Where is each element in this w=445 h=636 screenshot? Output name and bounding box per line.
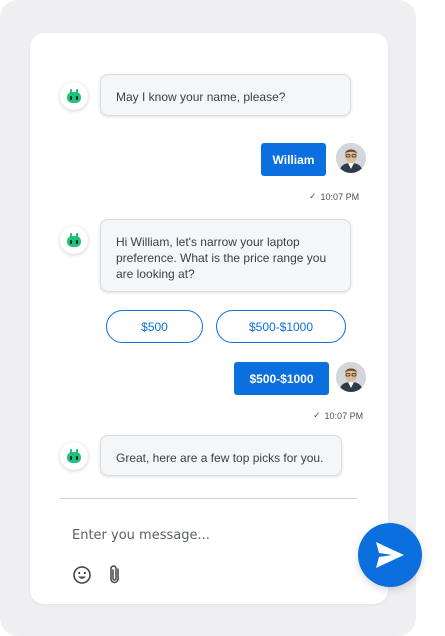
option-label: $500-$1000: [248, 319, 314, 334]
robot-icon: [67, 449, 81, 463]
paperclip-icon[interactable]: [106, 564, 124, 586]
robot-icon: [67, 233, 81, 247]
check-icon: ✓: [309, 191, 317, 201]
timestamp-text: 10:07 PM: [324, 410, 364, 421]
message-timestamp: ✓ 10:07 PM: [313, 410, 363, 421]
user-avatar: [336, 143, 366, 173]
bot-message-text: Hi William, let's narrow your laptop pre…: [116, 235, 327, 281]
user-avatar: [336, 362, 366, 392]
send-icon: [376, 542, 404, 568]
price-option-500[interactable]: $500: [106, 310, 203, 343]
message-timestamp: ✓ 10:07 PM: [309, 191, 359, 202]
user-message: $500-$1000: [234, 362, 329, 395]
bot-message: Great, here are a few top picks for you.: [100, 435, 342, 476]
message-input[interactable]: [70, 522, 342, 548]
timestamp-text: 10:07 PM: [320, 191, 360, 202]
price-option-500-1000[interactable]: $500-$1000: [216, 310, 346, 343]
bot-avatar: [60, 226, 88, 254]
user-photo: [336, 143, 366, 173]
composer-divider: [60, 498, 357, 499]
bot-message: Hi William, let's narrow your laptop pre…: [100, 219, 351, 292]
emoji-icon[interactable]: [72, 565, 92, 585]
check-icon: ✓: [313, 410, 321, 420]
robot-icon: [67, 89, 81, 103]
user-message-text: William: [272, 152, 315, 167]
option-label: $500: [141, 319, 168, 334]
user-message: William: [261, 143, 326, 176]
bot-avatar: [60, 82, 88, 110]
bot-message-text: May I know your name, please?: [116, 90, 286, 104]
bot-message-text: Great, here are a few top picks for you.: [116, 451, 324, 465]
bot-avatar: [60, 442, 88, 470]
send-button[interactable]: [358, 523, 422, 587]
bot-message: May I know your name, please?: [100, 74, 351, 116]
user-photo: [336, 362, 366, 392]
user-message-text: $500-$1000: [249, 371, 314, 386]
